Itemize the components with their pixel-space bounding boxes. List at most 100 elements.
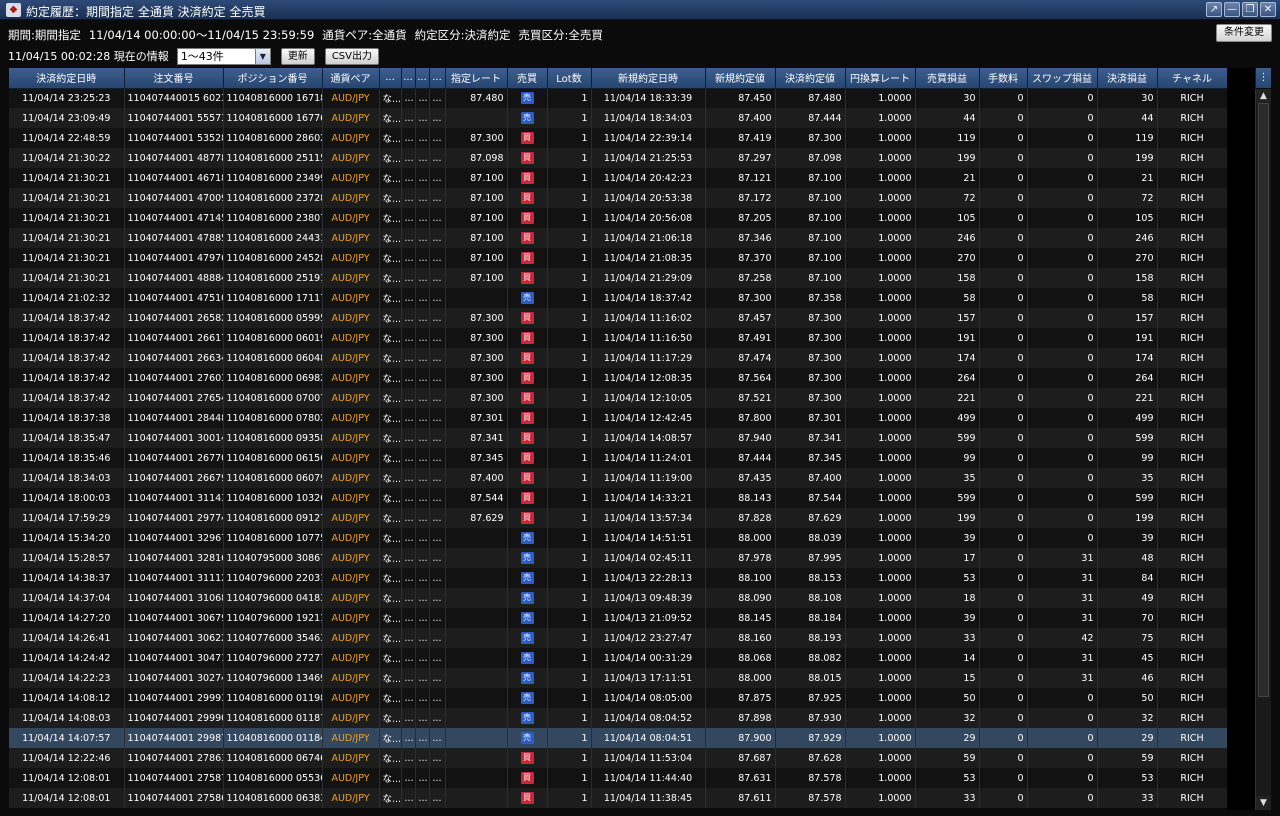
table-row[interactable]: 11/04/14 18:34:03 11040744001 26679 110408… bbox=[9, 468, 1227, 488]
table-row[interactable]: 11/04/14 21:02:32 11040744001 47510 110408… bbox=[9, 288, 1227, 308]
minimize-button[interactable]: — bbox=[1224, 2, 1240, 17]
change-conditions-button[interactable]: 条件変更 bbox=[1216, 24, 1272, 42]
vertical-scrollbar[interactable]: ▲ ▼ bbox=[1255, 89, 1271, 810]
cell-memo: な... bbox=[379, 428, 402, 448]
buy-badge: 買 bbox=[520, 172, 534, 184]
table-row[interactable]: 11/04/14 17:59:29 11040744001 29774 110408… bbox=[9, 508, 1227, 528]
table-row[interactable]: 11/04/14 18:00:03 11040744001 31143 110408… bbox=[9, 488, 1227, 508]
cell-channel: RICH bbox=[1157, 308, 1227, 328]
cell-open-datetime: 11/04/13 09:48:39 bbox=[591, 588, 706, 608]
cell-col-6: ... bbox=[401, 368, 416, 388]
table-row[interactable]: 11/04/14 12:08:01 11040744001 27586 110408… bbox=[9, 788, 1227, 808]
page-range-select[interactable]: 1〜43件 ▼ bbox=[176, 47, 271, 65]
cell-open-datetime: 11/04/14 20:53:38 bbox=[591, 188, 706, 208]
table-row[interactable]: 11/04/14 18:37:42 11040744001 26617 110408… bbox=[9, 328, 1227, 348]
column-header-channel[interactable]: チャネル bbox=[1157, 68, 1227, 89]
table-row[interactable]: 11/04/14 18:37:42 11040744001 27654 110408… bbox=[9, 388, 1227, 408]
cell-fee: 0 bbox=[979, 488, 1028, 508]
table-row[interactable]: 11/04/14 12:22:46 11040744001 27863 110408… bbox=[9, 748, 1227, 768]
cell-settlement-pnl: 39 bbox=[1097, 528, 1158, 548]
column-header-fee[interactable]: 手数料 bbox=[979, 68, 1028, 89]
table-row[interactable]: 11/04/14 14:22:23 11040744001 30274 110407… bbox=[9, 668, 1227, 688]
table-row[interactable]: 11/04/14 23:25:23 110407440015 6023 110408… bbox=[9, 88, 1227, 108]
table-row[interactable]: 11/04/14 14:26:41 11040744001 30622 110407… bbox=[9, 628, 1227, 648]
cell-lot-count: 1 bbox=[547, 248, 592, 268]
table-row[interactable]: 11/04/14 21:30:21 11040744001 47009 110408… bbox=[9, 188, 1227, 208]
table-row[interactable]: 11/04/14 23:09:49 11040744001 55573 110408… bbox=[9, 108, 1227, 128]
cell-lot-count: 1 bbox=[547, 528, 592, 548]
table-row[interactable]: 11/04/14 22:48:59 11040744001 53528 110408… bbox=[9, 128, 1227, 148]
csv-export-button[interactable]: CSV出力 bbox=[324, 47, 379, 65]
table-row[interactable]: 11/04/14 14:38:37 11040744001 31112 110407… bbox=[9, 568, 1227, 588]
popout-button[interactable]: ↗ bbox=[1206, 2, 1222, 17]
scroll-down-icon[interactable]: ▼ bbox=[1256, 796, 1271, 810]
cell-order-number: 11040744001 32967 bbox=[124, 528, 224, 548]
column-header-col-7[interactable]: ... bbox=[415, 68, 430, 89]
cell-channel: RICH bbox=[1157, 188, 1227, 208]
maximize-button[interactable]: ❐ bbox=[1242, 2, 1258, 17]
table-row[interactable]: 11/04/14 21:30:21 11040744001 46718 110408… bbox=[9, 168, 1227, 188]
scroll-up-icon[interactable]: ▲ bbox=[1256, 89, 1271, 103]
table-row[interactable]: 11/04/14 21:30:21 11040744001 48884 110408… bbox=[9, 268, 1227, 288]
table-row[interactable]: 11/04/14 21:30:21 11040744001 47885 110408… bbox=[9, 228, 1227, 248]
table-row[interactable]: 11/04/14 18:37:42 11040744001 27603 110408… bbox=[9, 368, 1227, 388]
column-header-close-price[interactable]: 決済約定値 bbox=[775, 68, 846, 89]
close-button[interactable]: ✕ bbox=[1260, 2, 1276, 17]
scrollbar-thumb[interactable] bbox=[1258, 103, 1269, 697]
cell-memo: な... bbox=[379, 668, 402, 688]
cell-channel: RICH bbox=[1157, 528, 1227, 548]
cell-settlement-pnl: 48 bbox=[1097, 548, 1158, 568]
cell-position-number: 11040816000 07007 bbox=[223, 388, 323, 408]
table-row[interactable]: 11/04/14 12:08:01 11040744001 27587 110408… bbox=[9, 768, 1227, 788]
column-header-lot-count[interactable]: Lot数 bbox=[547, 68, 592, 89]
column-header-open-datetime[interactable]: 新規約定日時 bbox=[591, 68, 706, 89]
column-header-yen-rate[interactable]: 円換算レート bbox=[845, 68, 916, 89]
table-row[interactable]: 11/04/14 18:35:47 11040744001 30014 110408… bbox=[9, 428, 1227, 448]
cell-col-8: ... bbox=[429, 448, 446, 468]
chevron-down-icon[interactable]: ▼ bbox=[254, 48, 270, 64]
table-row[interactable]: 11/04/14 14:08:12 11040744001 29993 110408… bbox=[9, 688, 1227, 708]
table-row[interactable]: 11/04/14 15:28:57 11040744001 32816 110407… bbox=[9, 548, 1227, 568]
cell-settlement-pnl: 84 bbox=[1097, 568, 1158, 588]
refresh-button[interactable]: 更新 bbox=[280, 47, 315, 65]
column-settings-icon[interactable]: ⋮ bbox=[1255, 68, 1271, 88]
cell-specified-rate: 87.345 bbox=[445, 448, 508, 468]
column-header-order-number[interactable]: 注文番号 bbox=[124, 68, 224, 89]
column-header-memo[interactable]: ... bbox=[379, 68, 402, 89]
cell-position-number: 11040816000 07802 bbox=[223, 408, 323, 428]
table-row[interactable]: 11/04/14 14:37:04 11040744001 31068 110407… bbox=[9, 588, 1227, 608]
table-row[interactable]: 11/04/14 21:30:21 11040744001 47976 110408… bbox=[9, 248, 1227, 268]
table-row[interactable]: 11/04/14 14:24:42 11040744001 30471 110407… bbox=[9, 648, 1227, 668]
table-row[interactable]: 11/04/14 18:37:38 11040744001 28448 110408… bbox=[9, 408, 1227, 428]
table-row[interactable]: 11/04/14 21:30:22 11040744001 48778 110408… bbox=[9, 148, 1227, 168]
cell-channel: RICH bbox=[1157, 128, 1227, 148]
column-header-specified-rate[interactable]: 指定レート bbox=[445, 68, 508, 89]
column-header-open-price[interactable]: 新規約定値 bbox=[705, 68, 776, 89]
table-row[interactable]: 11/04/14 14:08:03 11040744001 29990 110408… bbox=[9, 708, 1227, 728]
table-row[interactable]: 11/04/14 14:27:20 11040744001 30679 110407… bbox=[9, 608, 1227, 628]
table-row[interactable]: 11/04/14 21:30:21 11040744001 47145 110408… bbox=[9, 208, 1227, 228]
column-header-close-datetime[interactable]: 決済約定日時 bbox=[9, 68, 125, 89]
column-header-swap-pnl[interactable]: スワップ損益 bbox=[1027, 68, 1098, 89]
cell-col-6: ... bbox=[401, 788, 416, 808]
column-header-col-6[interactable]: ... bbox=[401, 68, 416, 89]
cell-swap-pnl: 0 bbox=[1027, 188, 1098, 208]
cell-memo: な... bbox=[379, 648, 402, 668]
cell-close-datetime: 11/04/14 14:24:42 bbox=[9, 648, 125, 668]
cell-order-number: 11040744001 31143 bbox=[124, 488, 224, 508]
table-row[interactable]: 11/04/14 15:34:20 11040744001 32967 110408… bbox=[9, 528, 1227, 548]
cell-fee: 0 bbox=[979, 348, 1028, 368]
column-header-side[interactable]: 売買 bbox=[507, 68, 548, 89]
cell-position-number: 11040816000 09358 bbox=[223, 428, 323, 448]
table-row[interactable]: 11/04/14 18:35:46 11040744001 26770 110408… bbox=[9, 448, 1227, 468]
column-header-position-number[interactable]: ポジション番号 bbox=[223, 68, 323, 89]
column-header-trade-pnl[interactable]: 売買損益 bbox=[915, 68, 980, 89]
column-header-currency-pair[interactable]: 通貨ペア bbox=[322, 68, 380, 89]
column-header-col-8[interactable]: ... bbox=[429, 68, 446, 89]
cell-close-datetime: 11/04/14 12:08:01 bbox=[9, 788, 125, 808]
table-row[interactable]: 11/04/14 14:07:57 11040744001 29987 110408… bbox=[9, 728, 1227, 748]
column-header-settlement-pnl[interactable]: 決済損益 bbox=[1097, 68, 1158, 89]
table-row[interactable]: 11/04/14 18:37:42 11040744001 26582 110408… bbox=[9, 308, 1227, 328]
cell-open-datetime: 11/04/14 12:42:45 bbox=[591, 408, 706, 428]
table-row[interactable]: 11/04/14 18:37:42 11040744001 26634 110408… bbox=[9, 348, 1227, 368]
